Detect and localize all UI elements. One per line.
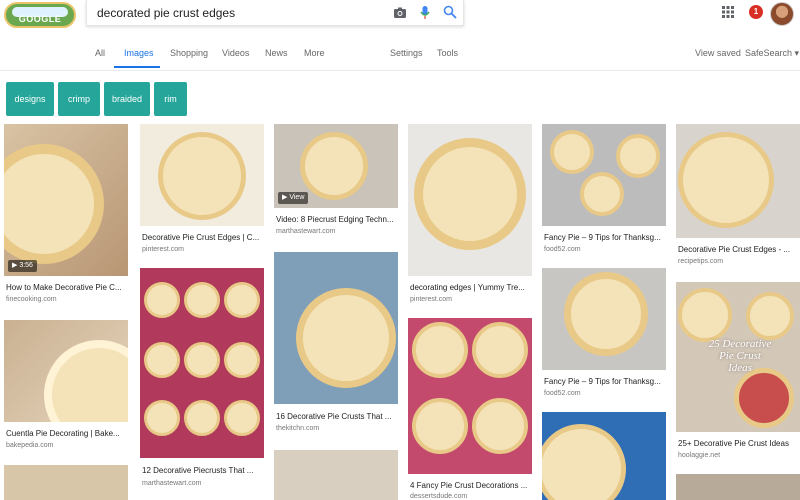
result-image[interactable] — [140, 124, 264, 226]
result-source[interactable]: food52.com — [544, 246, 581, 253]
pie-crust-shape — [44, 340, 128, 422]
result-image[interactable]: 25 Decorative Pie Crust Ideas — [676, 282, 800, 432]
search-input[interactable]: decorated pie crust edges — [97, 6, 235, 20]
pie-crust-shape — [564, 272, 648, 356]
search-icon[interactable] — [443, 5, 457, 19]
result-image[interactable] — [4, 465, 128, 500]
chip-braided[interactable]: braided — [104, 82, 150, 116]
tab-shopping[interactable]: Shopping — [170, 48, 208, 58]
result-caption[interactable]: 25+ Decorative Pie Crust Ideas — [678, 439, 798, 448]
result-caption[interactable]: Fancy Pie – 9 Tips for Thanksg... — [544, 377, 666, 386]
result-caption[interactable]: Video: 8 Piecrust Edging Techn... — [276, 215, 398, 224]
chip-crimp[interactable]: crimp — [58, 82, 100, 116]
camera-icon[interactable] — [393, 6, 407, 20]
pie-crust-shape — [184, 282, 220, 318]
result-image[interactable] — [676, 474, 800, 500]
result-source[interactable]: food52.com — [544, 390, 581, 397]
result-source[interactable]: marthastewart.com — [276, 228, 336, 235]
pie-crust-shape — [300, 132, 368, 200]
pie-crust-shape — [4, 144, 104, 264]
result-image[interactable] — [274, 450, 398, 500]
result-source[interactable]: recipetips.com — [678, 258, 723, 265]
result-caption[interactable]: Decorative Pie Crust Edges | C... — [142, 233, 264, 242]
pie-crust-shape — [472, 322, 528, 378]
pie-crust-shape — [144, 282, 180, 318]
result-image[interactable]: ▶ View — [274, 124, 398, 208]
result-source[interactable]: bakepedia.com — [6, 442, 53, 449]
tab-videos[interactable]: Videos — [222, 48, 249, 58]
result-caption[interactable]: 4 Fancy Pie Crust Decorations ... — [410, 481, 532, 490]
result-image[interactable]: ▶ 3:56 — [4, 124, 128, 276]
result-image[interactable] — [542, 268, 666, 370]
pie-crust-shape — [184, 342, 220, 378]
microphone-icon[interactable] — [419, 5, 431, 21]
tab-tools[interactable]: Tools — [437, 48, 458, 58]
result-caption[interactable]: How to Make Decorative Pie C... — [6, 283, 128, 292]
result-caption[interactable]: Cuentla Pie Decorating | Bake... — [6, 429, 128, 438]
pie-crust-shape — [224, 282, 260, 318]
pie-crust-shape — [746, 292, 794, 340]
result-image[interactable] — [140, 268, 264, 458]
header-divider — [0, 70, 800, 71]
result-caption[interactable]: decorating edges | Yummy Tre... — [410, 283, 532, 292]
result-image[interactable] — [274, 252, 398, 404]
video-duration-badge: ▶ 3:56 — [8, 260, 37, 272]
result-caption[interactable]: 12 Decorative Piecrusts That ... — [142, 466, 264, 475]
pie-crust-shape — [616, 134, 660, 178]
result-caption[interactable]: 16 Decorative Pie Crusts That ... — [276, 412, 398, 421]
result-image[interactable] — [408, 124, 532, 276]
result-source[interactable]: marthastewart.com — [142, 480, 202, 487]
view-saved-link[interactable]: View saved — [695, 48, 741, 58]
result-image[interactable] — [542, 124, 666, 226]
result-source[interactable]: pinterest.com — [142, 246, 184, 253]
result-source[interactable]: dessertsdude.com — [410, 493, 467, 500]
pie-crust-shape — [678, 288, 732, 342]
logo-wordmark: GOOGLE — [18, 14, 62, 24]
apps-grid-icon[interactable] — [722, 6, 734, 18]
pie-crust-shape — [678, 132, 774, 228]
search-box[interactable]: decorated pie crust edges — [86, 0, 464, 26]
active-tab-underline — [114, 66, 160, 68]
pie-crust-shape — [224, 400, 260, 436]
pie-crust-shape — [184, 400, 220, 436]
result-source[interactable]: hoolaggie.net — [678, 452, 720, 459]
safesearch-toggle[interactable]: SafeSearch ▾ — [745, 48, 799, 59]
chip-rim[interactable]: rim — [154, 82, 187, 116]
tab-images[interactable]: Images — [124, 48, 154, 58]
tab-news[interactable]: News — [265, 48, 288, 58]
result-image[interactable] — [676, 124, 800, 238]
pie-crust-shape — [580, 172, 624, 216]
result-source[interactable]: finecooking.com — [6, 296, 57, 303]
pie-crust-shape — [550, 130, 594, 174]
pie-crust-shape — [734, 368, 794, 428]
video-view-badge: ▶ View — [278, 192, 309, 204]
result-caption[interactable]: Decorative Pie Crust Edges - ... — [678, 245, 798, 254]
pie-crust-shape — [412, 322, 468, 378]
result-image[interactable] — [4, 320, 128, 422]
pie-crust-shape — [296, 288, 396, 388]
result-source[interactable]: thekitchn.com — [276, 425, 319, 432]
tab-settings[interactable]: Settings — [390, 48, 423, 58]
result-source[interactable]: pinterest.com — [410, 296, 452, 303]
tab-all[interactable]: All — [95, 48, 105, 58]
image-overlay-title: 25 Decorative Pie Crust Ideas — [708, 338, 772, 374]
pie-crust-shape — [224, 342, 260, 378]
tab-more[interactable]: More — [304, 48, 325, 58]
google-doodle-logo[interactable]: GOOGLE — [4, 2, 76, 28]
pie-crust-shape — [542, 424, 626, 500]
pie-crust-shape — [412, 398, 468, 454]
pie-crust-shape — [144, 400, 180, 436]
pie-crust-shape — [144, 342, 180, 378]
pie-crust-shape — [414, 138, 526, 250]
result-image[interactable] — [542, 412, 666, 500]
notification-badge[interactable]: 1 — [749, 5, 763, 19]
pie-crust-shape — [472, 398, 528, 454]
chip-designs[interactable]: designs — [6, 82, 54, 116]
avatar[interactable] — [770, 2, 794, 26]
pie-crust-shape — [158, 132, 246, 220]
result-image[interactable] — [408, 318, 532, 474]
result-caption[interactable]: Fancy Pie – 9 Tips for Thanksg... — [544, 233, 666, 242]
